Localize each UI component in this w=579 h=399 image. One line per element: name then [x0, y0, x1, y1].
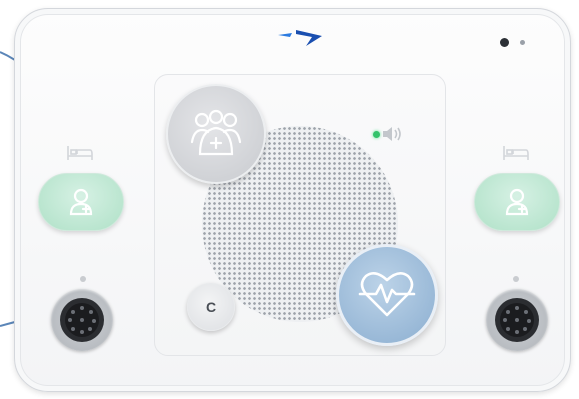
- patient-call-button-right[interactable]: [474, 173, 560, 231]
- patient-call-icon: [69, 188, 93, 216]
- port-led-right: [513, 276, 519, 282]
- connector-port-icon: [495, 298, 539, 342]
- connector-port-icon: [60, 298, 104, 342]
- status-led-icon: [373, 131, 380, 138]
- staff-group-icon: [190, 109, 242, 156]
- arrow-logo-icon: [278, 30, 322, 46]
- patient-call-icon: [505, 188, 529, 216]
- bed-icon: [67, 146, 93, 160]
- bed-icon: [503, 146, 529, 160]
- camera-lens-icon: [500, 38, 509, 47]
- heart-alarm-button[interactable]: [336, 244, 438, 346]
- connector-port-left[interactable]: [51, 289, 113, 351]
- port-led-left: [80, 276, 86, 282]
- heart-pulse-icon: [358, 271, 416, 317]
- connector-port-right[interactable]: [486, 289, 548, 351]
- speaker-volume-icon: [383, 127, 401, 141]
- staff-call-button[interactable]: [166, 84, 266, 184]
- camera-led-icon: [520, 40, 525, 45]
- cancel-button-label: C: [205, 299, 217, 315]
- patient-call-button-left[interactable]: [38, 173, 124, 231]
- cancel-button[interactable]: C: [187, 283, 235, 331]
